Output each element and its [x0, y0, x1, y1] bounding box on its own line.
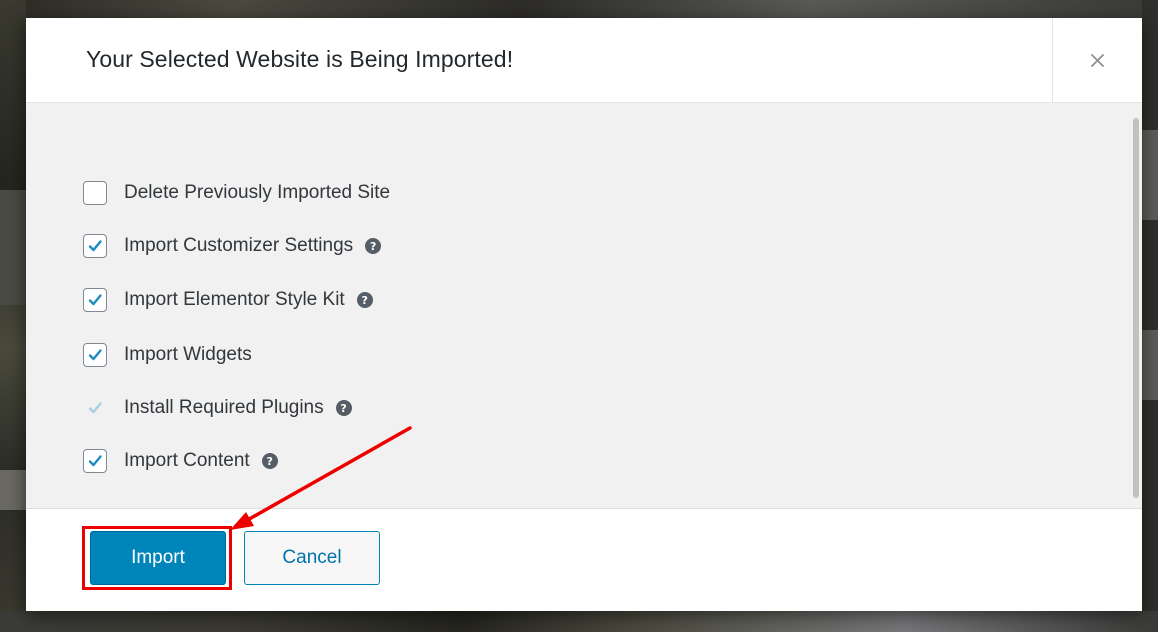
- checkmark-icon: [88, 294, 102, 306]
- import-button[interactable]: Import: [90, 531, 226, 585]
- modal-header: Your Selected Website is Being Imported!: [26, 18, 1142, 103]
- modal-footer: Import Cancel: [26, 508, 1142, 611]
- option-import-content[interactable]: Import Content ?: [83, 448, 278, 474]
- question-circle-icon[interactable]: ?: [335, 400, 352, 416]
- checkbox[interactable]: [83, 449, 107, 473]
- checkbox: [83, 396, 107, 420]
- background-page: [0, 0, 1158, 18]
- background-page-left: [0, 0, 26, 632]
- close-button[interactable]: [1052, 18, 1142, 102]
- import-modal: Your Selected Website is Being Imported!…: [26, 18, 1142, 611]
- checkmark-icon: [88, 455, 102, 467]
- modal-body: Delete Previously Imported Site Import C…: [26, 103, 1142, 508]
- background-page-bottom: [0, 611, 1158, 632]
- checkbox[interactable]: [83, 181, 107, 205]
- option-import-widgets[interactable]: Import Widgets: [83, 342, 252, 368]
- background-page-right: [1142, 0, 1158, 632]
- question-circle-icon[interactable]: ?: [356, 292, 373, 308]
- option-install-plugins: Install Required Plugins ?: [83, 395, 352, 421]
- option-import-elementor-kit[interactable]: Import Elementor Style Kit ?: [83, 287, 373, 313]
- close-icon: [1091, 53, 1104, 67]
- option-label: Import Widgets: [124, 344, 252, 365]
- option-label: Import Elementor Style Kit: [124, 289, 345, 310]
- question-circle-icon[interactable]: ?: [365, 238, 382, 254]
- option-label: Delete Previously Imported Site: [124, 182, 391, 203]
- question-circle-icon[interactable]: ?: [261, 453, 278, 469]
- checkbox[interactable]: [83, 234, 107, 258]
- option-label: Import Content: [124, 450, 250, 471]
- checkmark-icon: [88, 240, 102, 252]
- checkmark-icon: [88, 402, 102, 414]
- option-import-customizer[interactable]: Import Customizer Settings ?: [83, 233, 382, 259]
- option-label: Install Required Plugins: [124, 397, 324, 418]
- scrollbar[interactable]: [1133, 118, 1139, 498]
- checkbox[interactable]: [83, 343, 107, 367]
- option-label: Import Customizer Settings: [124, 235, 354, 256]
- checkmark-icon: [88, 349, 102, 361]
- cancel-button[interactable]: Cancel: [244, 531, 380, 585]
- modal-title: Your Selected Website is Being Imported!: [86, 46, 514, 72]
- checkbox[interactable]: [83, 288, 107, 312]
- option-delete-previous[interactable]: Delete Previously Imported Site: [83, 180, 390, 206]
